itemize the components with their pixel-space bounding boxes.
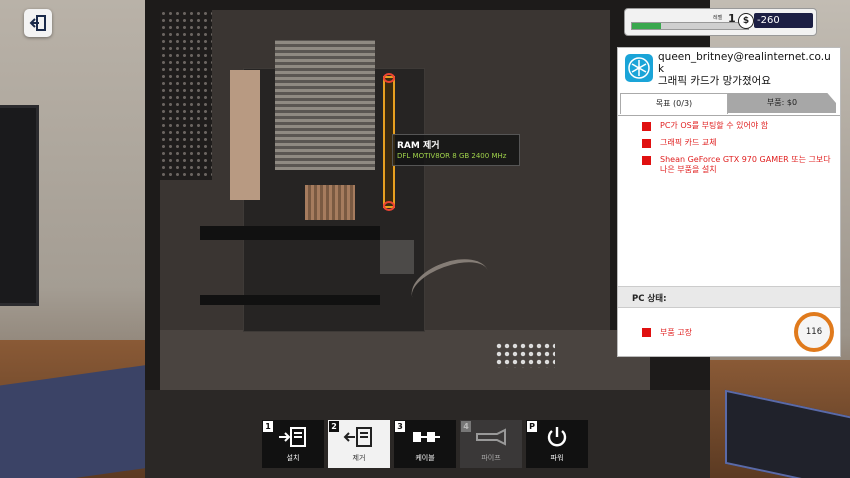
email-sender: queen_britney@realinternet.co.uk bbox=[658, 51, 831, 75]
hotkey-badge: P bbox=[527, 421, 537, 432]
tool-remove-button[interactable]: 2 제거 bbox=[328, 420, 390, 468]
cpu-cooler[interactable] bbox=[275, 40, 375, 170]
pcie-slot-2[interactable] bbox=[200, 295, 380, 305]
goal-incomplete-icon bbox=[642, 156, 651, 165]
goal-item: Shean GeForce GTX 970 GAMER 또는 그보다 나은 부품… bbox=[618, 155, 840, 175]
tool-label: 파워 bbox=[550, 454, 564, 462]
pc-status-header: PC 상태: bbox=[618, 286, 840, 308]
currency-icon: $ bbox=[738, 13, 754, 29]
goal-incomplete-icon bbox=[642, 122, 651, 131]
level-label: 레벨 bbox=[713, 15, 723, 21]
money-value: -260 bbox=[754, 13, 813, 28]
power-icon bbox=[547, 427, 567, 447]
remove-icon bbox=[343, 427, 372, 447]
background-monitor bbox=[0, 105, 39, 306]
ram-latch-bottom bbox=[383, 201, 395, 211]
goal-text: PC가 OS를 부팅할 수 있어야 함 bbox=[660, 121, 769, 130]
tool-cable-button[interactable]: 3 케이블 bbox=[394, 420, 456, 468]
tool-label: 설치 bbox=[286, 454, 300, 462]
goal-text: Shean GeForce GTX 970 GAMER 또는 그보다 나은 부품… bbox=[660, 155, 831, 174]
chipset bbox=[380, 240, 414, 274]
pc-status-text: 부품 고장 bbox=[660, 328, 692, 337]
mouse-mat bbox=[0, 364, 150, 478]
tab-goals[interactable]: 목표 (0/3) bbox=[620, 93, 728, 114]
goal-item: 그래픽 카드 교체 bbox=[618, 138, 840, 148]
tab-parts[interactable]: 부품: $0 bbox=[728, 93, 836, 113]
goal-text: 그래픽 카드 교체 bbox=[660, 138, 717, 147]
broken-part-icon bbox=[642, 328, 651, 337]
tool-label: 제거 bbox=[352, 454, 366, 462]
goal-item: PC가 OS를 부팅할 수 있어야 함 bbox=[618, 121, 840, 131]
hotkey-badge: 4 bbox=[461, 421, 471, 432]
tool-pipe-button[interactable]: 4 파이프 bbox=[460, 420, 522, 468]
case-vent bbox=[495, 342, 555, 368]
pipe-icon bbox=[476, 428, 506, 446]
tab-divider bbox=[618, 115, 840, 116]
player-hud: 레벨 1 $ -260 bbox=[624, 8, 817, 36]
email-header: queen_britney@realinternet.co.uk 그래픽 카드가… bbox=[618, 48, 840, 91]
install-icon bbox=[279, 427, 306, 447]
case-mesh-panel bbox=[160, 10, 212, 180]
pc-status-label: PC 상태: bbox=[632, 294, 667, 304]
pcie-slot-1[interactable] bbox=[200, 226, 380, 240]
hotkey-badge: 3 bbox=[395, 421, 405, 432]
tool-bar: 1 설치 2 제거 3 케이블 4 파이프 P 파워 bbox=[262, 420, 590, 468]
vrm-heatsink bbox=[230, 70, 260, 200]
case-floor bbox=[160, 330, 650, 390]
email-tabs: 목표 (0/3) 부품: $0 bbox=[618, 93, 840, 115]
tool-power-button[interactable]: P 파워 bbox=[526, 420, 588, 468]
hotkey-badge: 2 bbox=[329, 421, 339, 432]
chipset-heatsink bbox=[305, 185, 355, 220]
email-panel: queen_britney@realinternet.co.uk 그래픽 카드가… bbox=[617, 47, 841, 357]
pc-status-gauge: 116 bbox=[794, 312, 834, 352]
tool-label: 파이프 bbox=[481, 454, 501, 462]
snowflake-icon bbox=[625, 54, 653, 82]
exit-door-icon bbox=[29, 15, 46, 31]
cable-icon bbox=[413, 432, 440, 442]
exit-button[interactable] bbox=[24, 9, 52, 37]
tool-install-button[interactable]: 1 설치 bbox=[262, 420, 324, 468]
ram-latch-top bbox=[383, 73, 395, 83]
tool-label: 케이블 bbox=[415, 454, 435, 462]
email-subject: 그래픽 카드가 망가졌어요 bbox=[658, 75, 771, 87]
tooltip-item: DFL MOTIV8OR 8 GB 2400 MHz bbox=[397, 152, 507, 160]
goal-list: PC가 OS를 부팅할 수 있어야 함 그래픽 카드 교체 Shean GeFo… bbox=[618, 121, 840, 182]
goal-incomplete-icon bbox=[642, 139, 651, 148]
part-tooltip: RAM 제거 DFL MOTIV8OR 8 GB 2400 MHz bbox=[392, 134, 520, 166]
level-value: 1 bbox=[728, 12, 736, 25]
hotkey-badge: 1 bbox=[263, 421, 273, 432]
xp-bar-fill bbox=[632, 23, 661, 29]
tooltip-action: RAM 제거 bbox=[397, 141, 440, 151]
